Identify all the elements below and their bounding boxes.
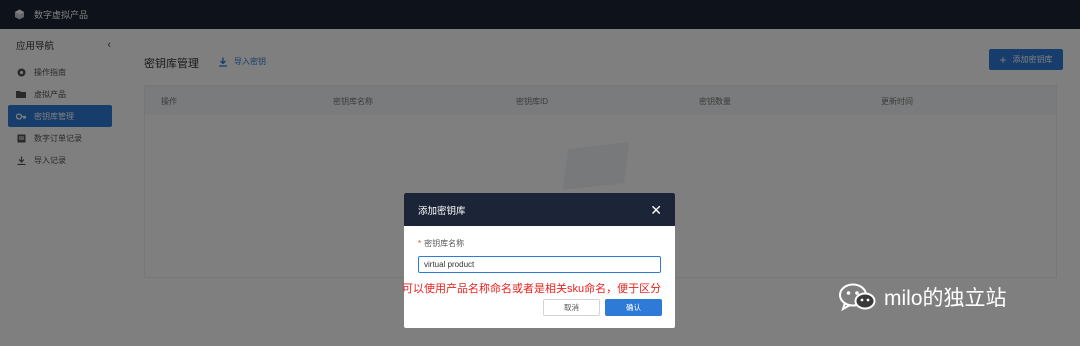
wechat-icon xyxy=(838,282,876,312)
confirm-button[interactable]: 确认 xyxy=(605,299,662,316)
key-library-name-label: * 密钥库名称 xyxy=(418,238,464,249)
watermark-text: milo的独立站 xyxy=(884,287,1007,310)
dialog-title: 添加密钥库 xyxy=(418,205,466,217)
add-key-library-dialog: 添加密钥库 ✕ *密钥库名称 取消 确认 xyxy=(404,193,675,328)
annotation-note: 可以使用产品名称命名或者是相关sku命名，便于区分 xyxy=(402,283,662,295)
key-library-name-input[interactable] xyxy=(418,256,661,273)
watermark: milo的独立站 xyxy=(838,282,1007,312)
close-icon[interactable]: ✕ xyxy=(650,203,662,217)
required-mark: * xyxy=(418,239,422,248)
dialog-header: 添加密钥库 ✕ xyxy=(404,193,675,226)
field-label-text: 密钥库名称 xyxy=(424,239,465,248)
cancel-button[interactable]: 取消 xyxy=(543,299,600,316)
